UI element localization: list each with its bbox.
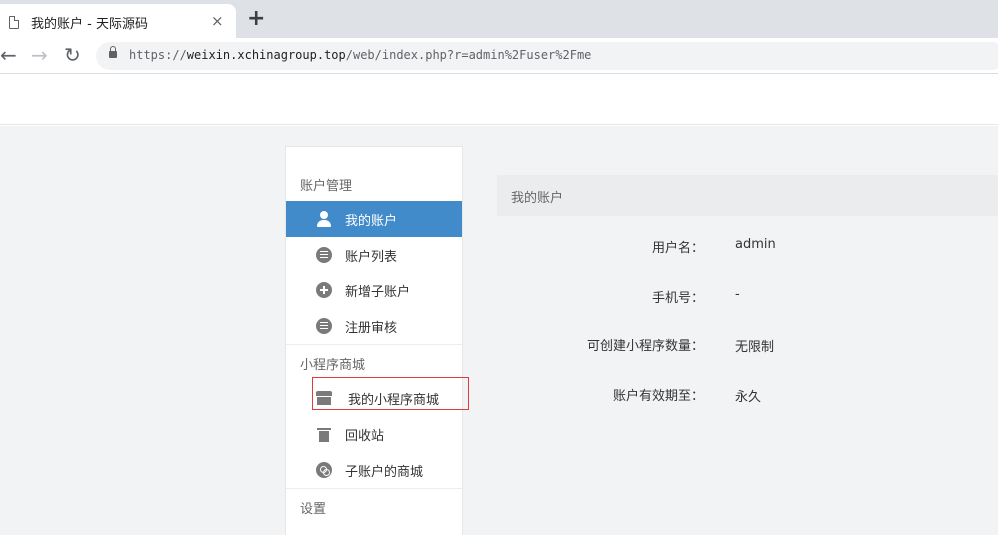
sidebar-item-my-account[interactable]: 我的账户 [286, 201, 462, 237]
url-scheme: https:// [129, 48, 187, 62]
back-button[interactable]: ← [0, 43, 17, 67]
sidebar: 账户管理 我的账户 账户列表 新增子账户 注册审核 小程序商城 我的小程序商城 … [285, 146, 463, 535]
field-label: 用户名： [651, 241, 704, 256]
list-icon [316, 247, 332, 263]
sidebar-divider [286, 488, 462, 489]
sidebar-item-subaccount-stores[interactable]: 子账户的商城 [286, 452, 462, 488]
new-tab-button[interactable]: + [247, 6, 265, 31]
field-label: 手机号： [651, 291, 704, 306]
sidebar-item-label: 新增子账户 [345, 285, 411, 300]
field-label: 可创建小程序数量： [586, 339, 704, 354]
content-title: 我的账户 [511, 191, 564, 206]
sidebar-item-label: 子账户的商城 [345, 465, 424, 480]
field-value: 永久 [735, 390, 762, 405]
sidebar-group-settings: 设置 [300, 502, 327, 517]
url-path: /web/index.php?r=admin%2Fuser%2Fme [345, 48, 592, 62]
field-label: 账户有效期至： [612, 389, 704, 404]
user-icon [316, 211, 332, 227]
tab-title: 我的账户 - 天际源码 [31, 17, 148, 32]
close-tab-icon[interactable]: × [211, 12, 224, 30]
sidebar-item-account-list[interactable]: 账户列表 [286, 237, 462, 273]
sidebar-group-store: 小程序商城 [300, 358, 366, 373]
list-icon [316, 318, 332, 334]
trash-icon [317, 426, 331, 442]
sidebar-item-recycle-bin[interactable]: 回收站 [286, 416, 462, 452]
sidebar-item-label: 注册审核 [345, 321, 398, 336]
url-host: weixin.xchinagroup.top [186, 48, 346, 62]
browser-tab[interactable]: 我的账户 - 天际源码 × [0, 4, 236, 38]
sidebar-item-registration-review[interactable]: 注册审核 [286, 308, 462, 344]
field-value: 无限制 [735, 340, 775, 355]
field-value: admin [735, 237, 776, 252]
plus-icon [316, 282, 332, 298]
forward-button[interactable]: → [31, 43, 48, 67]
reload-button[interactable]: ↻ [64, 43, 81, 67]
document-icon [9, 16, 19, 29]
url-text: https://weixin.xchinagroup.top/web/index… [129, 48, 591, 62]
sidebar-group-account: 账户管理 [300, 179, 353, 194]
sidebar-item-add-subaccount[interactable]: 新增子账户 [286, 272, 462, 308]
browser-toolbar: ← → ↻ https://weixin.xchinagroup.top/web… [0, 38, 998, 74]
sidebar-item-label: 账户列表 [345, 250, 398, 265]
content-header: 我的账户 [497, 175, 998, 216]
address-bar[interactable]: https://weixin.xchinagroup.top/web/index… [96, 42, 998, 70]
tab-strip: 我的账户 - 天际源码 × + [0, 0, 998, 38]
link-icon [316, 462, 332, 478]
sidebar-item-label: 我的账户 [345, 214, 398, 229]
sidebar-divider [286, 344, 462, 345]
page-header [0, 75, 998, 125]
sidebar-item-label: 回收站 [345, 429, 385, 444]
highlight-box [312, 377, 469, 410]
lock-icon [109, 46, 117, 58]
field-value: - [735, 287, 740, 302]
